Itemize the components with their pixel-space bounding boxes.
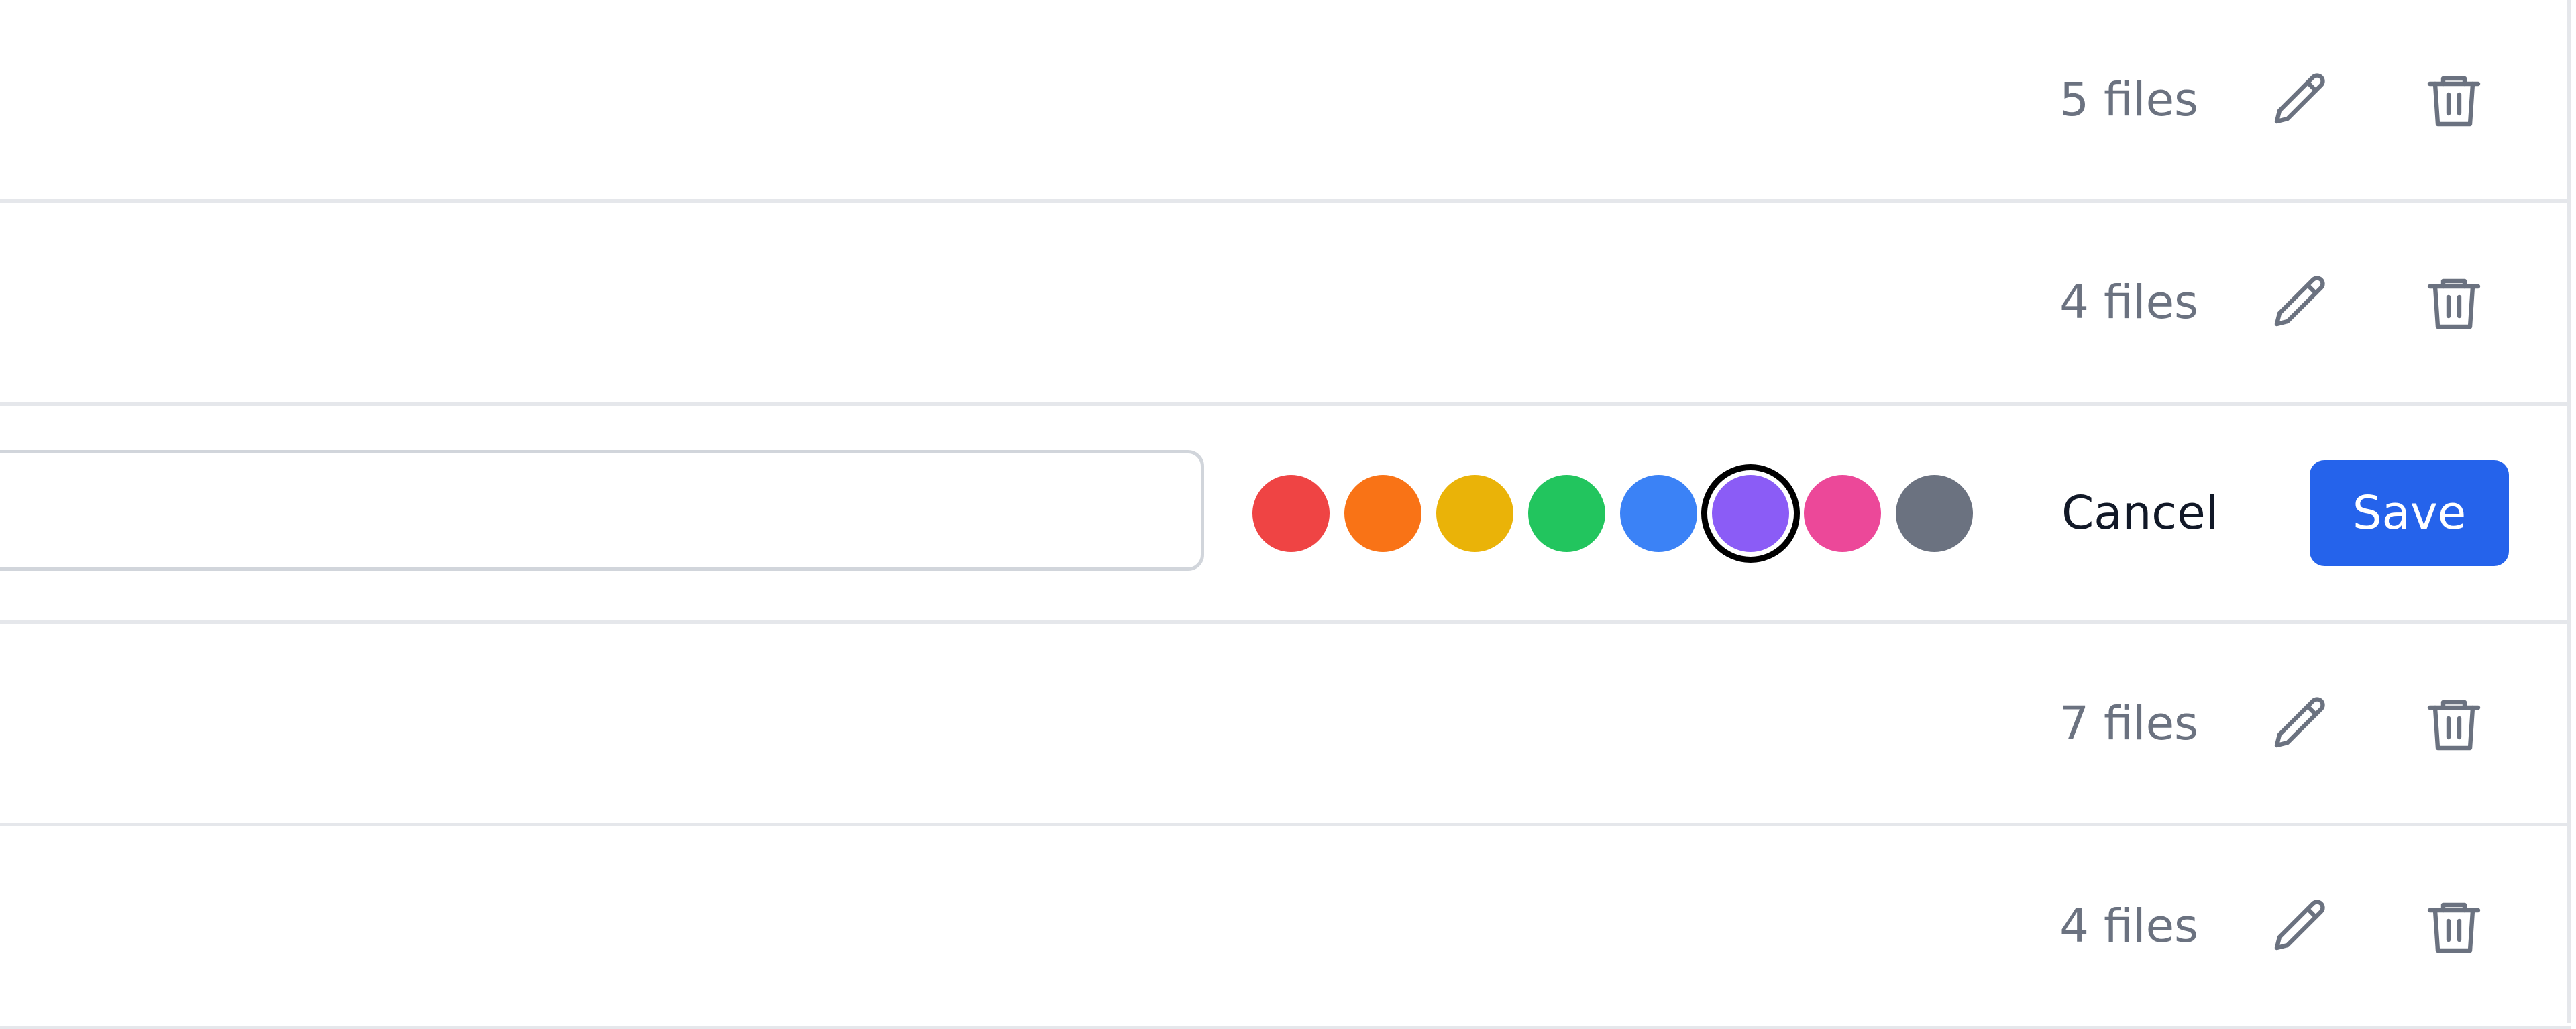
delete-folder-button[interactable] xyxy=(2414,886,2494,967)
delete-folder-button[interactable] xyxy=(2414,60,2494,140)
trash-icon xyxy=(2427,700,2481,750)
file-count: 4 files xyxy=(2059,899,2198,953)
folder-row: 7 files xyxy=(0,624,2571,826)
trash-icon xyxy=(2427,278,2481,329)
file-count: 5 files xyxy=(2059,72,2198,127)
color-swatch[interactable] xyxy=(1528,475,1605,552)
edit-folder-button[interactable] xyxy=(2261,684,2341,764)
pencil-icon xyxy=(2274,72,2325,123)
folder-row: 4 files xyxy=(0,826,2571,1029)
color-swatch[interactable] xyxy=(1712,475,1789,552)
color-swatch[interactable] xyxy=(1896,475,1973,552)
pencil-icon xyxy=(2274,276,2325,327)
color-swatch[interactable] xyxy=(1804,475,1881,552)
folder-row: 5 files xyxy=(0,0,2571,203)
color-swatch[interactable] xyxy=(1620,475,1697,552)
cancel-button[interactable]: Cancel xyxy=(2039,480,2241,547)
delete-folder-button[interactable] xyxy=(2414,262,2494,343)
save-button[interactable]: Save xyxy=(2310,460,2509,566)
trash-icon xyxy=(2427,902,2481,953)
pencil-icon xyxy=(2274,899,2325,950)
file-count: 7 files xyxy=(2059,696,2198,751)
edit-folder-button[interactable] xyxy=(2261,60,2341,140)
color-swatch[interactable] xyxy=(1252,475,1330,552)
file-count: 4 files xyxy=(2059,276,2198,329)
delete-folder-button[interactable] xyxy=(2414,684,2494,764)
folder-name-input[interactable] xyxy=(0,450,1204,571)
pencil-icon xyxy=(2274,696,2325,747)
color-swatch[interactable] xyxy=(1436,475,1513,552)
edit-folder-button[interactable] xyxy=(2261,262,2341,343)
edit-folder-button[interactable] xyxy=(2261,886,2341,967)
folder-row: 4 files xyxy=(0,203,2571,406)
color-swatch[interactable] xyxy=(1344,475,1421,552)
folder-list-panel: 5 files 4 files Cancel Save 7 files 4 fi… xyxy=(0,0,2571,1029)
trash-icon xyxy=(2427,76,2481,126)
